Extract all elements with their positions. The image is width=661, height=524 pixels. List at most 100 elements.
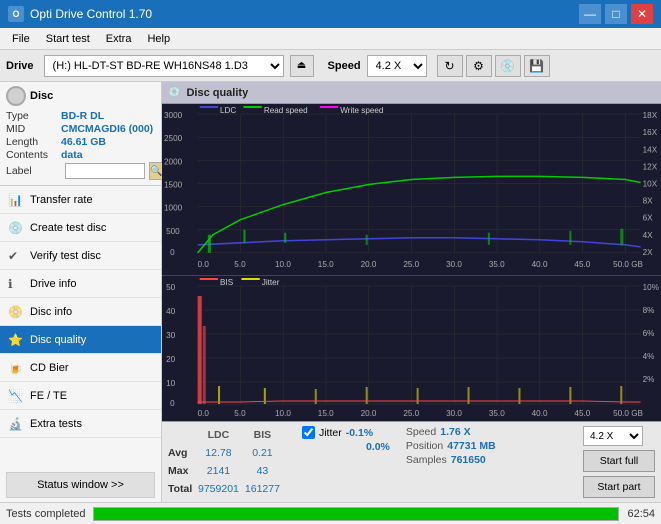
stats-table: LDC BIS Avg 12.78 0.21 Max 2141 43 Total…	[168, 426, 286, 498]
avg-jitter: -0.1%	[346, 427, 373, 439]
max-jitter-row: 0.0%	[302, 441, 390, 453]
save-button[interactable]: 💾	[524, 55, 550, 77]
svg-text:40.0: 40.0	[532, 260, 548, 269]
max-ldc: 2141	[198, 462, 245, 480]
disc-length-row: Length 46.61 GB	[6, 136, 155, 148]
svg-text:14X: 14X	[643, 145, 658, 154]
menu-start-test[interactable]: Start test	[38, 31, 98, 47]
disc-quality-title: Disc quality	[186, 87, 248, 99]
svg-text:LDC: LDC	[220, 106, 236, 115]
ldc-header: LDC	[198, 426, 245, 444]
svg-text:20: 20	[166, 355, 176, 364]
svg-text:35.0: 35.0	[489, 409, 505, 418]
settings-button[interactable]: ⚙	[466, 55, 492, 77]
svg-text:25.0: 25.0	[403, 260, 419, 269]
svg-text:50.0 GB: 50.0 GB	[613, 260, 643, 269]
speed-select[interactable]: 4.2 X	[367, 55, 427, 77]
sidebar-item-transfer-rate[interactable]: 📊 Transfer rate	[0, 186, 161, 214]
window-controls: — □ ✕	[579, 4, 653, 24]
title-bar-left: O Opti Drive Control 1.70	[8, 6, 152, 22]
menu-bar: File Start test Extra Help	[0, 28, 661, 50]
svg-text:0.0: 0.0	[198, 260, 210, 269]
sidebar-item-cd-bier[interactable]: 🍺 CD Bier	[0, 354, 161, 382]
progress-bar-fill	[94, 508, 618, 520]
start-full-button[interactable]: Start full	[583, 450, 655, 472]
disc-type-row: Type BD-R DL	[6, 110, 155, 122]
bottom-chart-svg: 50 40 30 20 10 0 10% 8% 6% 4% 2% 0.0 5.0…	[162, 276, 661, 421]
menu-file[interactable]: File	[4, 31, 38, 47]
menu-help[interactable]: Help	[139, 31, 178, 47]
disc-type-value: BD-R DL	[61, 110, 104, 122]
drive-info-icon: ℹ	[8, 277, 24, 291]
minimize-button[interactable]: —	[579, 4, 601, 24]
nav-items: 📊 Transfer rate 💿 Create test disc ✔ Ver…	[0, 186, 161, 438]
svg-text:20.0: 20.0	[361, 260, 377, 269]
disc-quality-header-icon: 💿	[168, 87, 180, 98]
speed-val-label: Speed	[406, 426, 436, 438]
sidebar-item-create-test-disc[interactable]: 💿 Create test disc	[0, 214, 161, 242]
close-button[interactable]: ✕	[631, 4, 653, 24]
disc-length-label: Length	[6, 136, 61, 148]
speed-position-panel: Speed 1.76 X Position 47731 MB Samples 7…	[406, 426, 496, 498]
svg-text:35.0: 35.0	[489, 260, 505, 269]
refresh-button[interactable]: ↻	[437, 55, 463, 77]
menu-extra[interactable]: Extra	[98, 31, 140, 47]
max-jitter-val: 0.0%	[366, 441, 390, 453]
sidebar-item-drive-info[interactable]: ℹ Drive info	[0, 270, 161, 298]
svg-text:45.0: 45.0	[574, 409, 590, 418]
eject-button[interactable]: ⏏	[290, 55, 314, 77]
jitter-label: Jitter	[319, 427, 342, 439]
svg-text:10%: 10%	[643, 283, 659, 292]
disc-quality-icon: ⭐	[8, 333, 24, 347]
sidebar-item-disc-quality[interactable]: ⭐ Disc quality	[0, 326, 161, 354]
svg-text:5.0: 5.0	[234, 409, 246, 418]
drive-label: Drive	[6, 60, 34, 72]
disc-label-label: Label	[6, 165, 61, 177]
svg-text:25.0: 25.0	[403, 409, 419, 418]
svg-text:2500: 2500	[164, 134, 183, 143]
svg-text:30.0: 30.0	[446, 260, 462, 269]
disc-contents-row: Contents data	[6, 149, 155, 161]
speed-row: Speed 1.76 X	[406, 426, 496, 438]
sidebar-item-label: Create test disc	[30, 222, 106, 234]
sidebar-item-verify-test-disc[interactable]: ✔ Verify test disc	[0, 242, 161, 270]
main-layout: Disc Type BD-R DL MID CMCMAGDI6 (000) Le…	[0, 82, 661, 502]
status-window-button[interactable]: Status window >>	[6, 472, 155, 498]
position-row: Position 47731 MB	[406, 440, 496, 452]
svg-text:10.0: 10.0	[275, 409, 291, 418]
svg-text:Read speed: Read speed	[264, 106, 308, 115]
disc-type-label: Type	[6, 110, 61, 122]
charts-wrapper: 3000 2500 2000 1500 1000 500 0 18X 16X 1…	[162, 104, 661, 421]
sidebar-item-fe-te[interactable]: 📉 FE / TE	[0, 382, 161, 410]
avg-label: Avg	[168, 444, 198, 462]
svg-text:500: 500	[166, 227, 180, 236]
app-icon: O	[8, 6, 24, 22]
disc-panel-title: Disc	[30, 90, 53, 102]
sidebar-item-disc-info[interactable]: 📀 Disc info	[0, 298, 161, 326]
svg-text:10.0: 10.0	[275, 260, 291, 269]
bottom-panel: LDC BIS Avg 12.78 0.21 Max 2141 43 Total…	[162, 421, 661, 502]
disc-mid-value: CMCMAGDI6 (000)	[61, 123, 153, 135]
sidebar-item-label: Transfer rate	[30, 194, 93, 206]
sidebar-item-extra-tests[interactable]: 🔬 Extra tests	[0, 410, 161, 438]
maximize-button[interactable]: □	[605, 4, 627, 24]
svg-text:40: 40	[166, 307, 176, 316]
test-speed-select[interactable]: 4.2 X	[583, 426, 643, 446]
svg-text:3000: 3000	[164, 111, 183, 120]
content-area: 💿 Disc quality	[162, 82, 661, 502]
svg-text:Write speed: Write speed	[340, 106, 383, 115]
speed-label: Speed	[328, 60, 361, 72]
disc-label-input[interactable]	[65, 163, 145, 179]
jitter-checkbox[interactable]	[302, 426, 315, 439]
svg-text:15.0: 15.0	[318, 260, 334, 269]
start-part-button[interactable]: Start part	[583, 476, 655, 498]
disc-button[interactable]: 💿	[495, 55, 521, 77]
top-chart-svg: 3000 2500 2000 1500 1000 500 0 18X 16X 1…	[162, 104, 661, 275]
sidebar-item-label: Extra tests	[30, 418, 82, 430]
drive-select[interactable]: (H:) HL-DT-ST BD-RE WH16NS48 1.D3	[44, 55, 284, 77]
sidebar-item-label: Disc quality	[30, 334, 86, 346]
svg-text:20.0: 20.0	[361, 409, 377, 418]
fe-te-icon: 📉	[8, 389, 24, 403]
app-title: Opti Drive Control 1.70	[30, 7, 152, 21]
svg-text:30: 30	[166, 331, 176, 340]
